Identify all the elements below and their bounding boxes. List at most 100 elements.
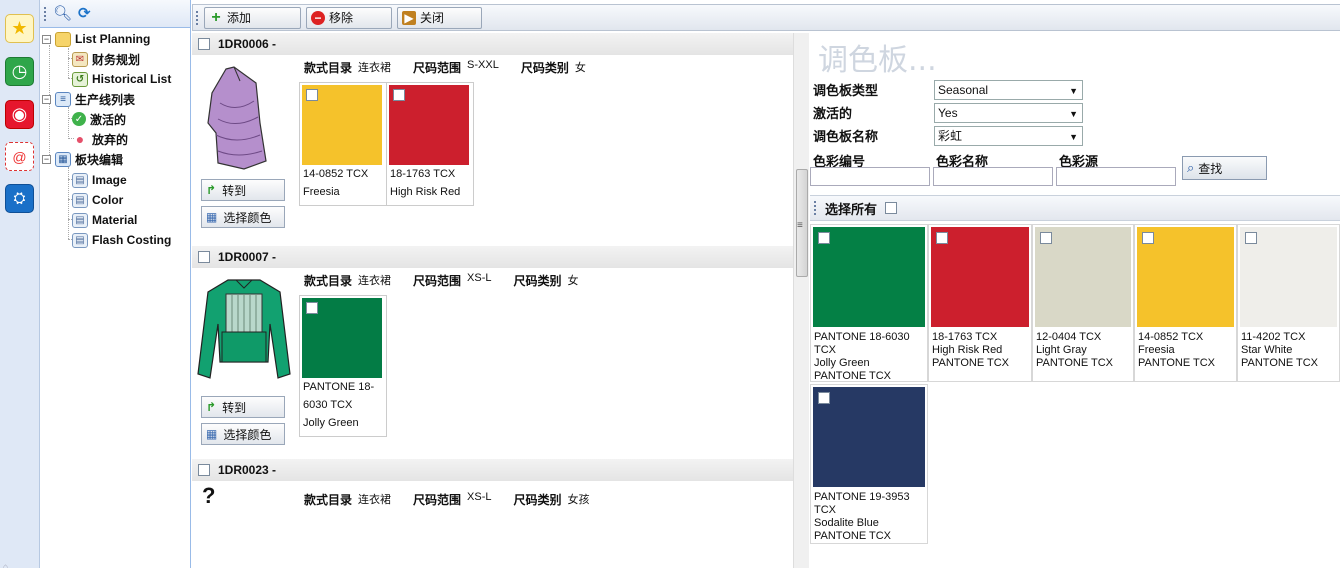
tree-node-financial-plan[interactable]: ✉ 财务规划 [72, 50, 140, 68]
tree-node-abandoned[interactable]: ● 放弃的 [72, 130, 128, 148]
splitter-grip-icon[interactable]: ≡ [797, 220, 803, 231]
tree-node-image[interactable]: ▤ Image [72, 171, 127, 189]
tree-node-flash-costing[interactable]: ▤ Flash Costing [72, 231, 171, 249]
garment-image-blouse[interactable] [196, 274, 292, 394]
folder-icon [55, 31, 71, 47]
collapse-icon[interactable]: − [42, 34, 51, 44]
tree-node-historical-list[interactable]: ↺ Historical List [72, 70, 171, 88]
tree-node-list-planning[interactable]: − List Planning [42, 30, 150, 48]
goto-button[interactable]: ↱ 转到 [201, 179, 285, 201]
remove-button-label: 移除 [329, 11, 354, 25]
category-value: 连衣裙 [358, 494, 392, 506]
tree-node-label: Color [92, 193, 124, 207]
collapse-icon[interactable]: − [42, 154, 51, 164]
palette-type-label: 调色板类型 [813, 83, 879, 98]
product-checkbox[interactable] [198, 464, 210, 476]
pick-color-button[interactable]: ▦ 选择颜色 [201, 423, 285, 445]
color-code-input[interactable] [810, 167, 930, 186]
color-source-input[interactable] [1056, 167, 1176, 186]
refresh-icon[interactable]: ⟳ [78, 6, 91, 21]
history-icon: ↺ [72, 71, 88, 87]
palette-panel: 调色板... 调色板类型 Seasonal ▼ 激活的 Yes ▼ 调色板名称 … [810, 33, 1340, 568]
swatch-checkbox[interactable] [1245, 232, 1257, 244]
rail-grip[interactable]: ⌂ [3, 562, 11, 568]
select-all-label: 选择所有 [825, 201, 878, 217]
collapse-icon[interactable]: − [42, 94, 51, 104]
chevron-down-icon: ▼ [1069, 109, 1078, 119]
color-swatch [1240, 227, 1337, 327]
palette-swatch-card[interactable]: 14-0852 TCX Freesia PANTONE TCX [1134, 224, 1237, 382]
active-select[interactable]: Yes ▼ [934, 103, 1083, 123]
color-swatch [1035, 227, 1131, 327]
product-list-scrollbar[interactable] [793, 33, 809, 568]
palette-swatch-card[interactable]: 12-0404 TCX Light Gray PANTONE TCX [1032, 224, 1134, 382]
active-label: 激活的 [813, 106, 853, 121]
tree-node-label: Image [92, 173, 127, 187]
table-icon: ▤ [72, 192, 88, 208]
close-button[interactable]: ▶ 关闭 [397, 6, 482, 29]
garment-image-top[interactable] [196, 63, 282, 175]
close-button-label: 关闭 [420, 11, 445, 25]
swatch-checkbox[interactable] [306, 89, 318, 101]
product-checkbox[interactable] [198, 251, 210, 263]
weibo-icon[interactable]: ◉ [5, 100, 34, 129]
category-value: 连衣裙 [358, 62, 392, 74]
tree-node-production-lines[interactable]: − ≡ 生产线列表 [42, 90, 135, 108]
tree-node-color[interactable]: ▤ Color [72, 191, 123, 209]
tree-node-label: List Planning [75, 32, 151, 46]
toolbar-grip [196, 10, 199, 25]
palette-swatch-card[interactable]: PANTONE 18-6030 TCX Jolly Green PANTONE TCX [810, 224, 928, 382]
table-icon: ▤ [72, 212, 88, 228]
color-swatch-card[interactable]: 18-1763 TCX High Risk Red [386, 82, 474, 206]
color-name-input[interactable] [933, 167, 1053, 186]
tencent-icon[interactable]: ⛭ [5, 184, 34, 213]
palette-name-select[interactable]: 彩虹 ▼ [934, 126, 1083, 146]
product-attributes: 款式目录 连衣裙 尺码范围 S-XXL 尺码类别 女 [304, 59, 586, 75]
star-icon[interactable]: ★ [5, 14, 34, 43]
tree-node-label: 放弃的 [92, 132, 129, 147]
table-icon: ▦ [55, 151, 71, 167]
tree-node-material[interactable]: ▤ Material [72, 211, 137, 229]
swatch-checkbox[interactable] [306, 302, 318, 314]
tree-node-label: 板块编辑 [75, 152, 124, 167]
table-icon: ▤ [72, 172, 88, 188]
color-swatch [389, 85, 469, 165]
select-all-bar: 选择所有 [810, 195, 1340, 221]
tree-node-active[interactable]: ✓ 激活的 [72, 110, 126, 128]
toolbar-grip [814, 201, 817, 215]
swatch-checkbox[interactable] [936, 232, 948, 244]
tree-toolbar: 🔍︎ ⟳ [40, 0, 190, 28]
palette-type-select[interactable]: Seasonal ▼ [934, 80, 1083, 100]
pick-color-button[interactable]: ▦ 选择颜色 [201, 206, 285, 228]
tree-node-label: 生产线列表 [75, 92, 136, 107]
clock-icon[interactable]: ◷ [5, 57, 34, 86]
product-code: 1DR0007 - [218, 250, 277, 264]
tree-node-label: 激活的 [90, 112, 127, 127]
swatch-checkbox[interactable] [393, 89, 405, 101]
goto-button[interactable]: ↱ 转到 [201, 396, 285, 418]
check-icon: ✓ [72, 112, 86, 126]
palette-swatch-card[interactable]: 18-1763 TCX High Risk Red PANTONE TCX [928, 224, 1032, 382]
product-list: 1DR0006 - 款式目录 连衣裙 尺码范围 S-XXL 尺码类别 女 14-… [192, 33, 794, 568]
palette-swatch-card[interactable]: PANTONE 19-3953 TCX Sodalite Blue PANTONE T… [810, 384, 928, 544]
chevron-down-icon: ▼ [1069, 132, 1078, 142]
swatch-checkbox[interactable] [818, 392, 830, 404]
app-icon-rail: ★ ◷ ◉ @ ⛭ ⌂ [0, 0, 40, 568]
search-icon[interactable]: 🔍︎ [53, 6, 72, 21]
color-swatch-card[interactable]: PANTONE 18- 6030 TCX Jolly Green [299, 295, 387, 437]
product-attributes: 款式目录 连衣裙 尺码范围 XS-L 尺码类别 女 [304, 272, 579, 288]
swatch-checkbox[interactable] [1040, 232, 1052, 244]
arrow-icon: ↱ [206, 400, 217, 414]
select-all-checkbox[interactable] [885, 202, 898, 214]
color-swatch-card[interactable]: 14-0852 TCX Freesia [299, 82, 387, 206]
tree-node-block-edit[interactable]: − ▦ 板块编辑 [42, 150, 123, 168]
missing-image-icon[interactable]: ? [202, 483, 215, 509]
mail-icon[interactable]: @ [5, 142, 34, 171]
find-button[interactable]: ⌕ 查找 [1182, 156, 1267, 180]
palette-swatch-card[interactable]: 11-4202 TCX Star White PANTONE TCX [1237, 224, 1340, 382]
remove-button[interactable]: − 移除 [306, 6, 392, 29]
product-checkbox[interactable] [198, 38, 210, 50]
swatch-checkbox[interactable] [818, 232, 830, 244]
swatch-checkbox[interactable] [1142, 232, 1154, 244]
add-button[interactable]: + 添加 [204, 6, 301, 29]
